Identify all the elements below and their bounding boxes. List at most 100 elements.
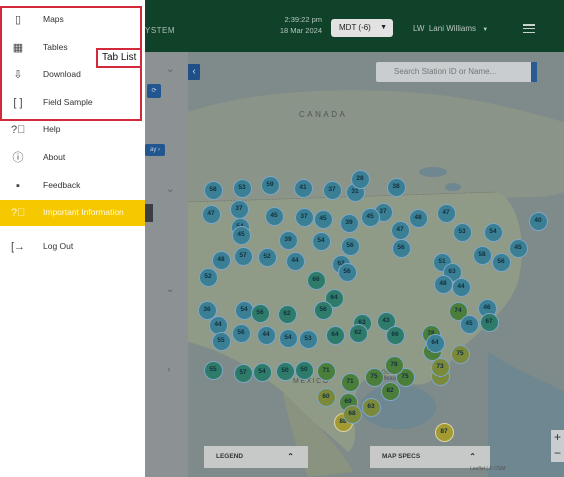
clock-date: 18 Mar 2024 — [279, 26, 322, 35]
map-bottom-tabs: LEGEND ⌃ MAP SPECS ⌃ — [204, 446, 490, 468]
station-cluster-marker[interactable]: 54 — [311, 231, 331, 251]
station-cluster-marker[interactable]: 56 — [337, 262, 357, 282]
station-cluster-marker[interactable]: 44 — [285, 251, 305, 271]
chevron-down-icon[interactable]: ⌄ — [166, 64, 174, 75]
station-search-input[interactable] — [376, 62, 532, 82]
zoom-in-button[interactable]: + — [551, 430, 564, 446]
station-cluster-marker[interactable]: 60 — [316, 387, 336, 407]
station-cluster-marker[interactable]: 45 — [508, 238, 528, 258]
station-cluster-marker[interactable]: 50 — [275, 361, 295, 381]
station-cluster-marker[interactable]: 64 — [425, 333, 445, 353]
station-cluster-marker[interactable]: 48 — [211, 250, 231, 270]
station-cluster-marker[interactable]: 67 — [479, 312, 499, 332]
zoom-out-button[interactable]: − — [551, 446, 564, 462]
station-cluster-marker[interactable]: 56 — [340, 236, 360, 256]
station-cluster-marker[interactable]: 68 — [342, 404, 362, 424]
chevron-down-icon[interactable]: ⌄ — [166, 184, 174, 195]
chevron-up-icon: ⌃ — [469, 452, 476, 461]
panel-action-button[interactable]: ⟳ — [147, 84, 161, 98]
hamburger-menu-icon[interactable] — [523, 24, 535, 34]
drawer-item-feedback[interactable]: ▪ Feedback — [0, 173, 145, 199]
caret-down-icon: ▼ — [482, 27, 489, 33]
station-cluster-marker[interactable]: 37 — [229, 199, 249, 219]
station-cluster-marker[interactable]: 56 — [231, 323, 251, 343]
station-cluster-marker[interactable]: 47 — [436, 203, 456, 223]
station-cluster-marker[interactable]: 56 — [391, 238, 411, 258]
station-cluster-marker[interactable]: 39 — [339, 213, 359, 233]
station-cluster-marker[interactable]: 44 — [451, 277, 471, 297]
station-cluster-marker[interactable]: 59 — [260, 175, 280, 195]
panel-apply-button[interactable]: ay › — [145, 144, 165, 156]
station-cluster-marker[interactable]: 62 — [277, 304, 297, 324]
station-cluster-marker[interactable]: 63 — [361, 397, 381, 417]
station-cluster-marker[interactable]: 37 — [322, 180, 342, 200]
station-cluster-marker[interactable]: 58 — [472, 245, 492, 265]
timezone-select[interactable]: MDT (-6) ▼ — [331, 19, 393, 37]
user-name: Lani Williams — [428, 24, 476, 33]
station-cluster-marker[interactable]: 62 — [348, 323, 368, 343]
station-cluster-marker[interactable]: 47 — [201, 204, 221, 224]
drawer-item-label: Log Out — [43, 241, 74, 251]
caret-down-icon: ▼ — [380, 24, 387, 31]
drawer-item-important-information[interactable]: ?⃝ Important Information — [0, 200, 145, 226]
station-cluster-marker[interactable]: 56 — [491, 252, 511, 272]
drawer-item-label: Feedback — [43, 180, 81, 190]
map-view[interactable]: ‹ ⚲ CANADA MEXICO Gulf of Mexico 5853594… — [188, 52, 564, 477]
station-cluster-marker[interactable]: 53 — [298, 329, 318, 349]
station-cluster-marker[interactable]: 58 — [203, 180, 223, 200]
station-cluster-marker[interactable]: 66 — [385, 325, 405, 345]
station-cluster-marker[interactable]: 56 — [250, 303, 270, 323]
station-cluster-marker[interactable]: 53 — [452, 222, 472, 242]
station-cluster-marker[interactable]: 48 — [408, 208, 428, 228]
station-cluster-marker[interactable]: 64 — [325, 325, 345, 345]
station-cluster-marker[interactable]: 45 — [231, 225, 251, 245]
station-cluster-marker[interactable]: 57 — [233, 363, 253, 383]
station-cluster-marker[interactable]: 66 — [306, 270, 326, 290]
station-cluster-marker[interactable]: 78 — [384, 355, 404, 375]
station-cluster-marker[interactable]: 52 — [257, 247, 277, 267]
back-chevron-icon[interactable]: ‹ — [188, 64, 200, 80]
station-cluster-marker[interactable]: 54 — [278, 328, 298, 348]
chevron-down-icon[interactable]: ⌄ — [166, 284, 174, 295]
station-cluster-marker[interactable]: 57 — [233, 246, 253, 266]
station-cluster-marker[interactable]: 39 — [278, 230, 298, 250]
station-cluster-marker[interactable]: 82 — [380, 381, 400, 401]
station-cluster-marker[interactable]: 50 — [294, 360, 314, 380]
navigation-drawer: ▯ Maps ▦ Tables ⇩ Download [ ] Field Sam… — [0, 0, 145, 477]
station-cluster-marker[interactable]: 75 — [450, 344, 470, 364]
station-cluster-marker[interactable]: 54 — [483, 222, 503, 242]
feedback-icon: ▪ — [16, 180, 20, 192]
station-cluster-marker[interactable]: 56 — [313, 300, 333, 320]
user-menu[interactable]: LW Lani Williams ▼ — [413, 24, 488, 33]
station-cluster-marker[interactable]: 52 — [198, 267, 218, 287]
station-cluster-marker[interactable]: 28 — [350, 169, 370, 189]
station-cluster-marker[interactable]: 45 — [459, 314, 479, 334]
station-cluster-marker[interactable]: 45 — [264, 206, 284, 226]
drawer-item-log-out[interactable]: [→ Log Out — [0, 234, 145, 260]
station-cluster-marker[interactable]: 40 — [528, 211, 548, 231]
station-cluster-marker[interactable]: 48 — [433, 274, 453, 294]
station-cluster-marker[interactable]: 44 — [256, 325, 276, 345]
station-cluster-marker[interactable]: 75 — [364, 367, 384, 387]
drawer-item-label: About — [43, 152, 66, 162]
drawer-item-about[interactable]: ⓘ About — [0, 145, 145, 171]
station-cluster-marker[interactable]: 55 — [211, 331, 231, 351]
station-cluster-marker[interactable]: 38 — [386, 177, 406, 197]
station-cluster-marker[interactable]: 41 — [293, 178, 313, 198]
station-cluster-marker[interactable]: 37 — [294, 207, 314, 227]
station-cluster-marker[interactable]: 53 — [232, 178, 252, 198]
station-cluster-marker[interactable]: 71 — [340, 372, 360, 392]
station-cluster-marker[interactable]: 71 — [316, 361, 336, 381]
station-cluster-marker[interactable]: 87 — [434, 422, 454, 442]
station-cluster-marker[interactable]: 45 — [360, 207, 380, 227]
station-cluster-marker[interactable]: 54 — [252, 362, 272, 382]
station-cluster-marker[interactable]: 55 — [203, 360, 223, 380]
legend-tab[interactable]: LEGEND ⌃ — [204, 446, 308, 468]
clock: 2:39:22 pm 18 Mar 2024 — [272, 14, 322, 36]
station-cluster-marker[interactable]: 45 — [313, 209, 333, 229]
map-specs-tab[interactable]: MAP SPECS ⌃ — [370, 446, 490, 468]
help-circle-icon: ?⃝ — [11, 124, 26, 136]
station-cluster-marker[interactable]: 47 — [390, 220, 410, 240]
station-cluster-marker[interactable]: 73 — [430, 357, 450, 377]
chevron-right-icon[interactable]: › — [167, 364, 170, 375]
